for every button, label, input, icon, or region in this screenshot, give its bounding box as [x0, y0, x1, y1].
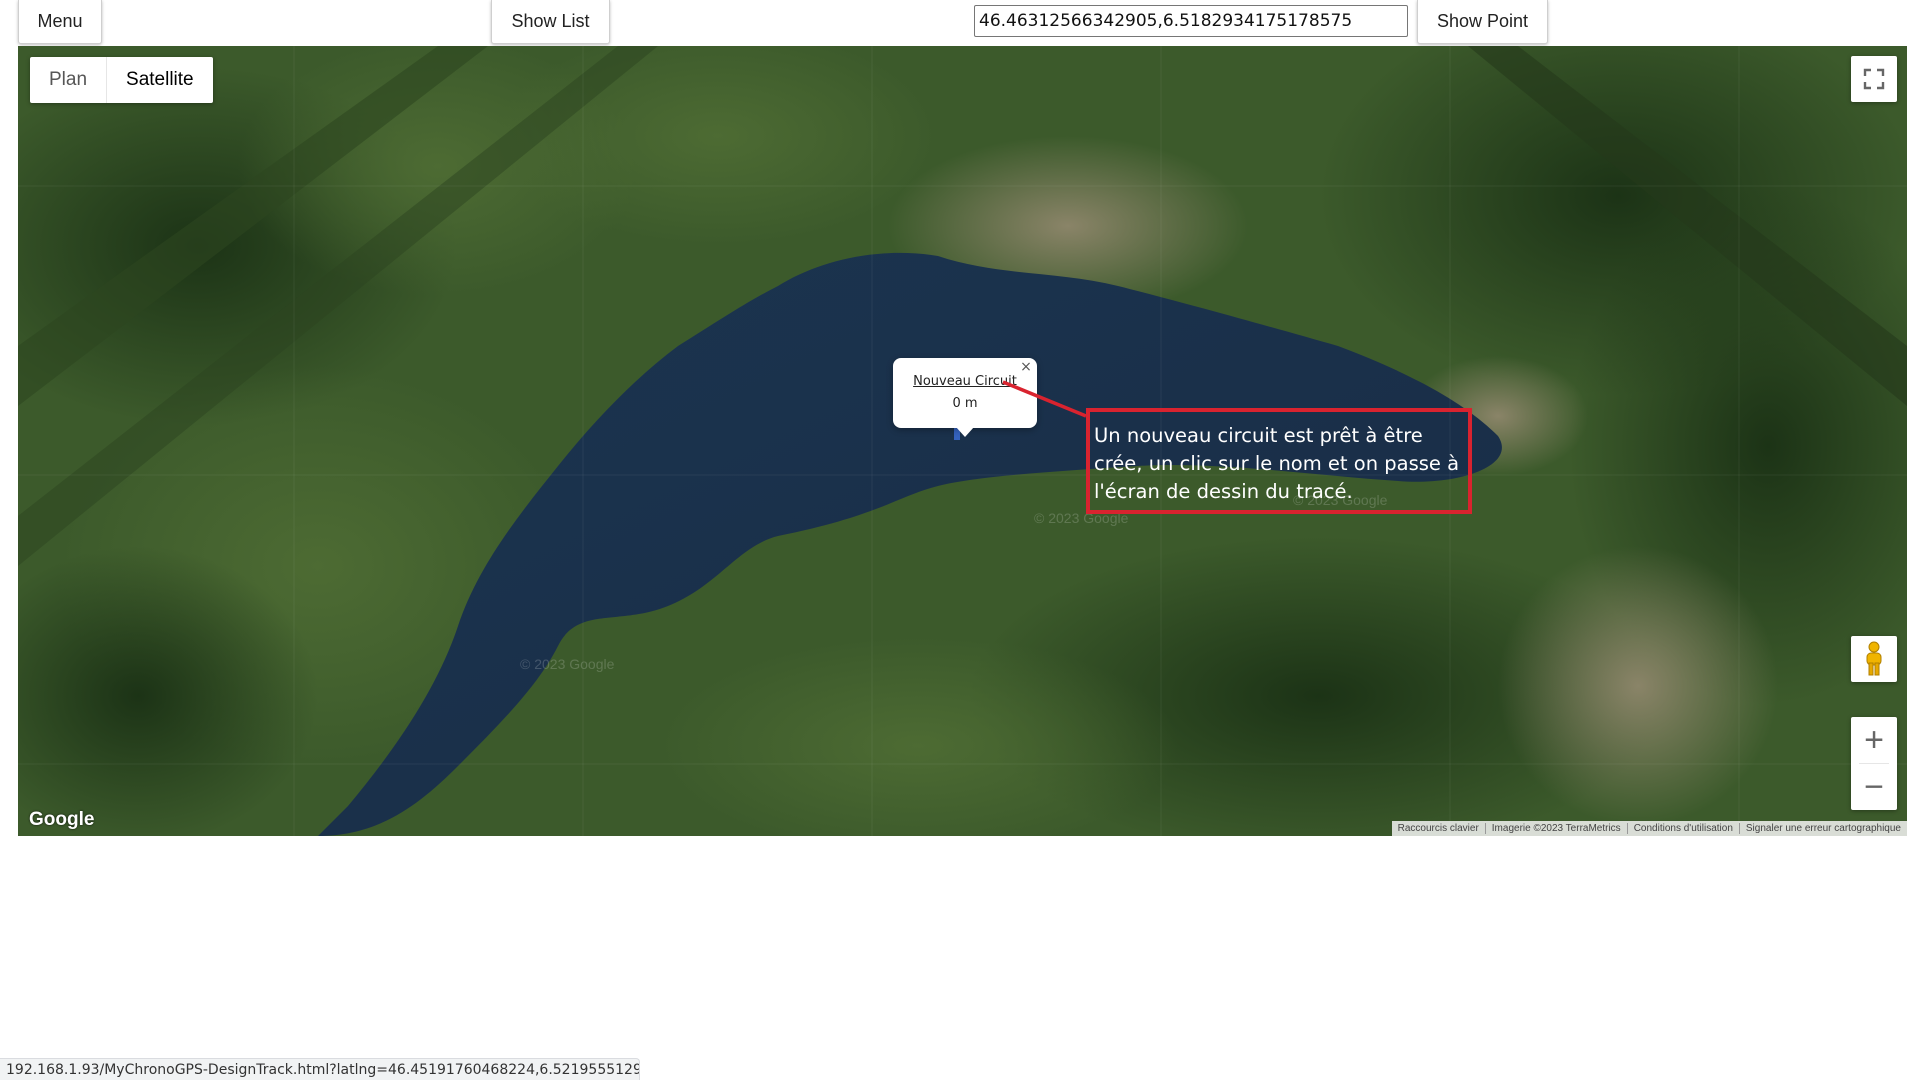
- show-list-button[interactable]: Show List: [491, 0, 610, 44]
- map-type-plan[interactable]: Plan: [30, 57, 106, 103]
- map-canvas[interactable]: © 2023 Google © 2023 Google © 2023 Googl…: [18, 46, 1907, 836]
- map-attribution: Raccourcis clavier Imagerie ©2023 TerraM…: [1391, 821, 1907, 836]
- fullscreen-icon: [1863, 68, 1885, 90]
- report-error-link[interactable]: Signaler une erreur cartographique: [1738, 823, 1907, 834]
- menu-button[interactable]: Menu: [18, 0, 102, 44]
- map-watermark: © 2023 Google: [520, 656, 615, 672]
- google-logo: Google: [29, 809, 95, 830]
- imagery-credit: Imagerie ©2023 TerraMetrics: [1484, 823, 1627, 834]
- show-point-button[interactable]: Show Point: [1417, 0, 1548, 44]
- browser-status-bar: 192.168.1.93/MyChronoGPS-DesignTrack.htm…: [0, 1058, 640, 1080]
- annotation-callout: Un nouveau circuit est prêt à être crée,…: [1086, 408, 1472, 514]
- circuit-name-link[interactable]: Nouveau Circuit: [893, 374, 1037, 389]
- map-type-control: Plan Satellite: [30, 57, 213, 103]
- annotation-text: Un nouveau circuit est prêt à être crée,…: [1094, 424, 1460, 503]
- circuit-distance: 0 m: [952, 396, 978, 411]
- keyboard-shortcuts-link[interactable]: Raccourcis clavier: [1392, 823, 1485, 834]
- map-type-satellite[interactable]: Satellite: [106, 57, 213, 103]
- zoom-control: + −: [1851, 717, 1897, 810]
- terms-link[interactable]: Conditions d'utilisation: [1626, 823, 1739, 834]
- fullscreen-button[interactable]: [1851, 56, 1897, 102]
- pegman-icon: [1866, 641, 1882, 676]
- street-view-button[interactable]: [1851, 636, 1897, 682]
- info-window: × Nouveau Circuit 0 m: [893, 358, 1037, 437]
- zoom-out-button[interactable]: −: [1851, 764, 1897, 810]
- zoom-in-button[interactable]: +: [1851, 717, 1897, 763]
- status-url: 192.168.1.93/MyChronoGPS-DesignTrack.htm…: [6, 1061, 640, 1078]
- close-icon[interactable]: ×: [1018, 359, 1034, 375]
- coordinate-input[interactable]: [974, 5, 1408, 37]
